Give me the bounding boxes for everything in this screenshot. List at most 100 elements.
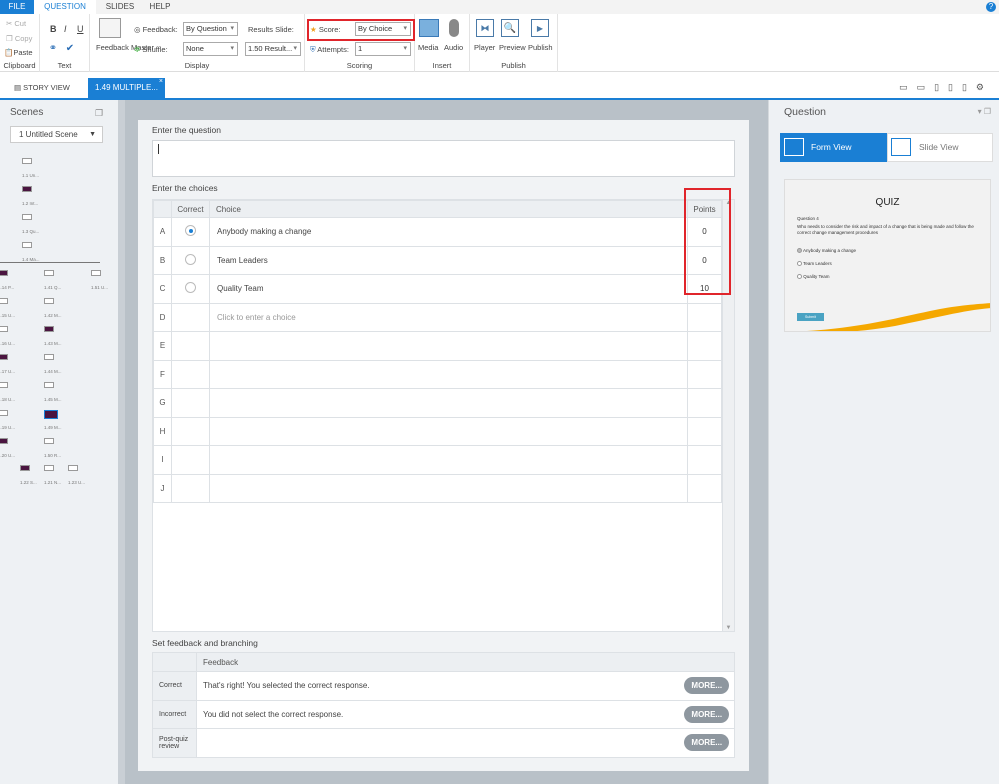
more-button[interactable]: MORE...	[684, 705, 730, 723]
tab-file[interactable]: FILE	[0, 0, 34, 14]
device-preview-icons[interactable]: ▭▭▯▯▯⚙	[899, 82, 993, 93]
publish-icon[interactable]: ▶	[531, 19, 549, 37]
more-button[interactable]: MORE...	[684, 677, 730, 695]
tab-help[interactable]: HELP	[140, 0, 180, 14]
bold-button[interactable]: B	[50, 24, 57, 34]
choice-text-cell[interactable]: Click to enter a choice	[209, 302, 688, 332]
media-icon[interactable]	[419, 19, 439, 37]
choice-text-cell[interactable]	[209, 359, 688, 389]
preview-icon[interactable]: 🔍	[501, 19, 519, 37]
publish-button[interactable]: Publish	[528, 43, 553, 52]
slide-thumbnail[interactable]	[44, 326, 54, 332]
more-button[interactable]: MORE...	[684, 734, 730, 752]
paste-button[interactable]: 📋Paste	[4, 48, 33, 57]
spellcheck-icon[interactable]: ✔	[64, 42, 76, 54]
correct-cell[interactable]	[171, 445, 210, 475]
restore-icon[interactable]: ❐	[95, 108, 103, 119]
feedback-text[interactable]	[196, 728, 680, 758]
slide-thumbnail[interactable]	[44, 382, 54, 388]
tab-slides[interactable]: SLIDES	[100, 0, 140, 14]
slide-thumbnail[interactable]	[22, 214, 32, 220]
publish-group-label: Publish	[501, 61, 526, 70]
points-cell[interactable]	[687, 416, 722, 446]
audio-button[interactable]: Audio	[444, 43, 463, 52]
correct-cell[interactable]	[171, 274, 210, 304]
slide-thumbnail[interactable]	[20, 465, 30, 471]
shuffle-dropdown[interactable]: None	[183, 42, 238, 56]
slide-thumbnail[interactable]	[44, 465, 54, 471]
slide-thumbnail[interactable]	[0, 270, 8, 276]
choice-text-cell[interactable]: Quality Team	[209, 274, 688, 304]
slide-view-button[interactable]: Slide View	[887, 133, 993, 162]
slide-thumbnail[interactable]	[0, 326, 8, 332]
slide-thumbnail[interactable]	[0, 410, 8, 416]
correct-cell[interactable]	[171, 359, 210, 389]
attempts-dropdown[interactable]: 1	[355, 42, 411, 56]
help-icon[interactable]: ?	[986, 2, 996, 12]
panel-splitter[interactable]	[118, 100, 125, 784]
points-cell[interactable]	[687, 359, 722, 389]
slide-thumbnail[interactable]	[44, 354, 54, 360]
results-slide-dropdown[interactable]: 1.50 Result...	[245, 42, 301, 56]
slide-thumbnail[interactable]	[0, 354, 8, 360]
italic-button[interactable]: I	[64, 24, 67, 34]
choice-text-cell[interactable]	[209, 473, 688, 503]
correct-radio[interactable]	[185, 253, 196, 265]
slide-thumbnail[interactable]	[22, 242, 32, 248]
scene-select[interactable]: 1 Untitled Scene ▼	[10, 126, 103, 143]
feedback-text[interactable]: That's right! You selected the correct r…	[196, 671, 680, 701]
form-view-button[interactable]: Form View	[780, 133, 887, 162]
underline-button[interactable]: U	[77, 24, 84, 34]
panel-options-icon[interactable]: ▾ ❐	[978, 107, 991, 116]
correct-radio[interactable]	[185, 225, 196, 237]
correct-radio[interactable]	[185, 282, 196, 294]
points-cell[interactable]	[687, 445, 722, 475]
microphone-icon[interactable]	[449, 19, 459, 37]
points-cell[interactable]	[687, 388, 722, 418]
slide-thumbnail[interactable]	[91, 270, 101, 276]
tab-story-view[interactable]: ▤ STORY VIEW	[14, 83, 70, 92]
tab-active-slide[interactable]: 1.49 MULTIPLE... ×	[88, 78, 165, 98]
player-button[interactable]: Player	[474, 43, 495, 52]
close-icon[interactable]: ×	[159, 72, 163, 92]
correct-cell[interactable]	[171, 416, 210, 446]
choice-text-cell[interactable]: Anybody making a change	[209, 217, 688, 247]
slide-thumbnail[interactable]	[44, 410, 58, 419]
correct-cell[interactable]	[171, 331, 210, 361]
choice-text-cell[interactable]	[209, 416, 688, 446]
slide-thumbnail[interactable]	[44, 438, 54, 444]
feedback-text[interactable]: You did not select the correct response.	[196, 699, 680, 729]
score-dropdown[interactable]: By Choice	[355, 22, 411, 36]
points-cell[interactable]	[687, 473, 722, 503]
choice-text-cell[interactable]: Team Leaders	[209, 245, 688, 275]
slide-thumbnail[interactable]	[22, 186, 32, 192]
slide-thumbnail[interactable]	[44, 298, 54, 304]
correct-cell[interactable]	[171, 473, 210, 503]
slide-thumbnail[interactable]	[0, 438, 8, 444]
correct-cell[interactable]	[171, 245, 210, 275]
feedback-dropdown[interactable]: By Question	[183, 22, 238, 36]
slide-thumbnail[interactable]	[0, 298, 8, 304]
media-button[interactable]: Media	[418, 43, 438, 52]
correct-cell[interactable]	[171, 388, 210, 418]
points-cell[interactable]	[687, 331, 722, 361]
choice-text-cell[interactable]	[209, 331, 688, 361]
choice-text-cell[interactable]	[209, 388, 688, 418]
slide-thumbnail[interactable]	[22, 158, 32, 164]
tab-question[interactable]: QUESTION	[34, 0, 96, 14]
question-input[interactable]	[152, 140, 735, 177]
copy-button[interactable]: ❐ Copy	[6, 34, 32, 43]
points-cell[interactable]	[687, 302, 722, 332]
slide-thumbnail[interactable]	[0, 382, 8, 388]
choice-text-cell[interactable]	[209, 445, 688, 475]
correct-cell[interactable]	[171, 217, 210, 247]
cut-button[interactable]: ✂ Cut	[6, 19, 26, 28]
feedback-row: Correct That's right! You selected the c…	[152, 671, 735, 701]
slide-thumbnail[interactable]	[44, 270, 54, 276]
feedback-master-icon[interactable]	[99, 18, 121, 38]
player-icon[interactable]: ⧓	[476, 19, 494, 37]
slide-thumbnail[interactable]	[68, 465, 78, 471]
link-icon[interactable]: ⚭	[47, 42, 59, 54]
correct-cell[interactable]	[171, 302, 210, 332]
preview-button[interactable]: Preview	[499, 43, 526, 52]
